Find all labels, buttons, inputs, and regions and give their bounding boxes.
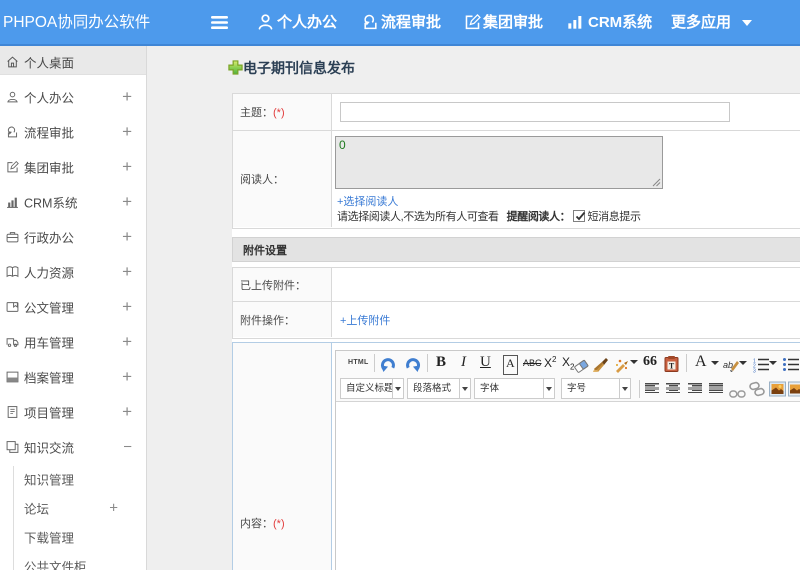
svg-text:3: 3	[753, 369, 756, 375]
svg-text:T: T	[669, 361, 675, 370]
